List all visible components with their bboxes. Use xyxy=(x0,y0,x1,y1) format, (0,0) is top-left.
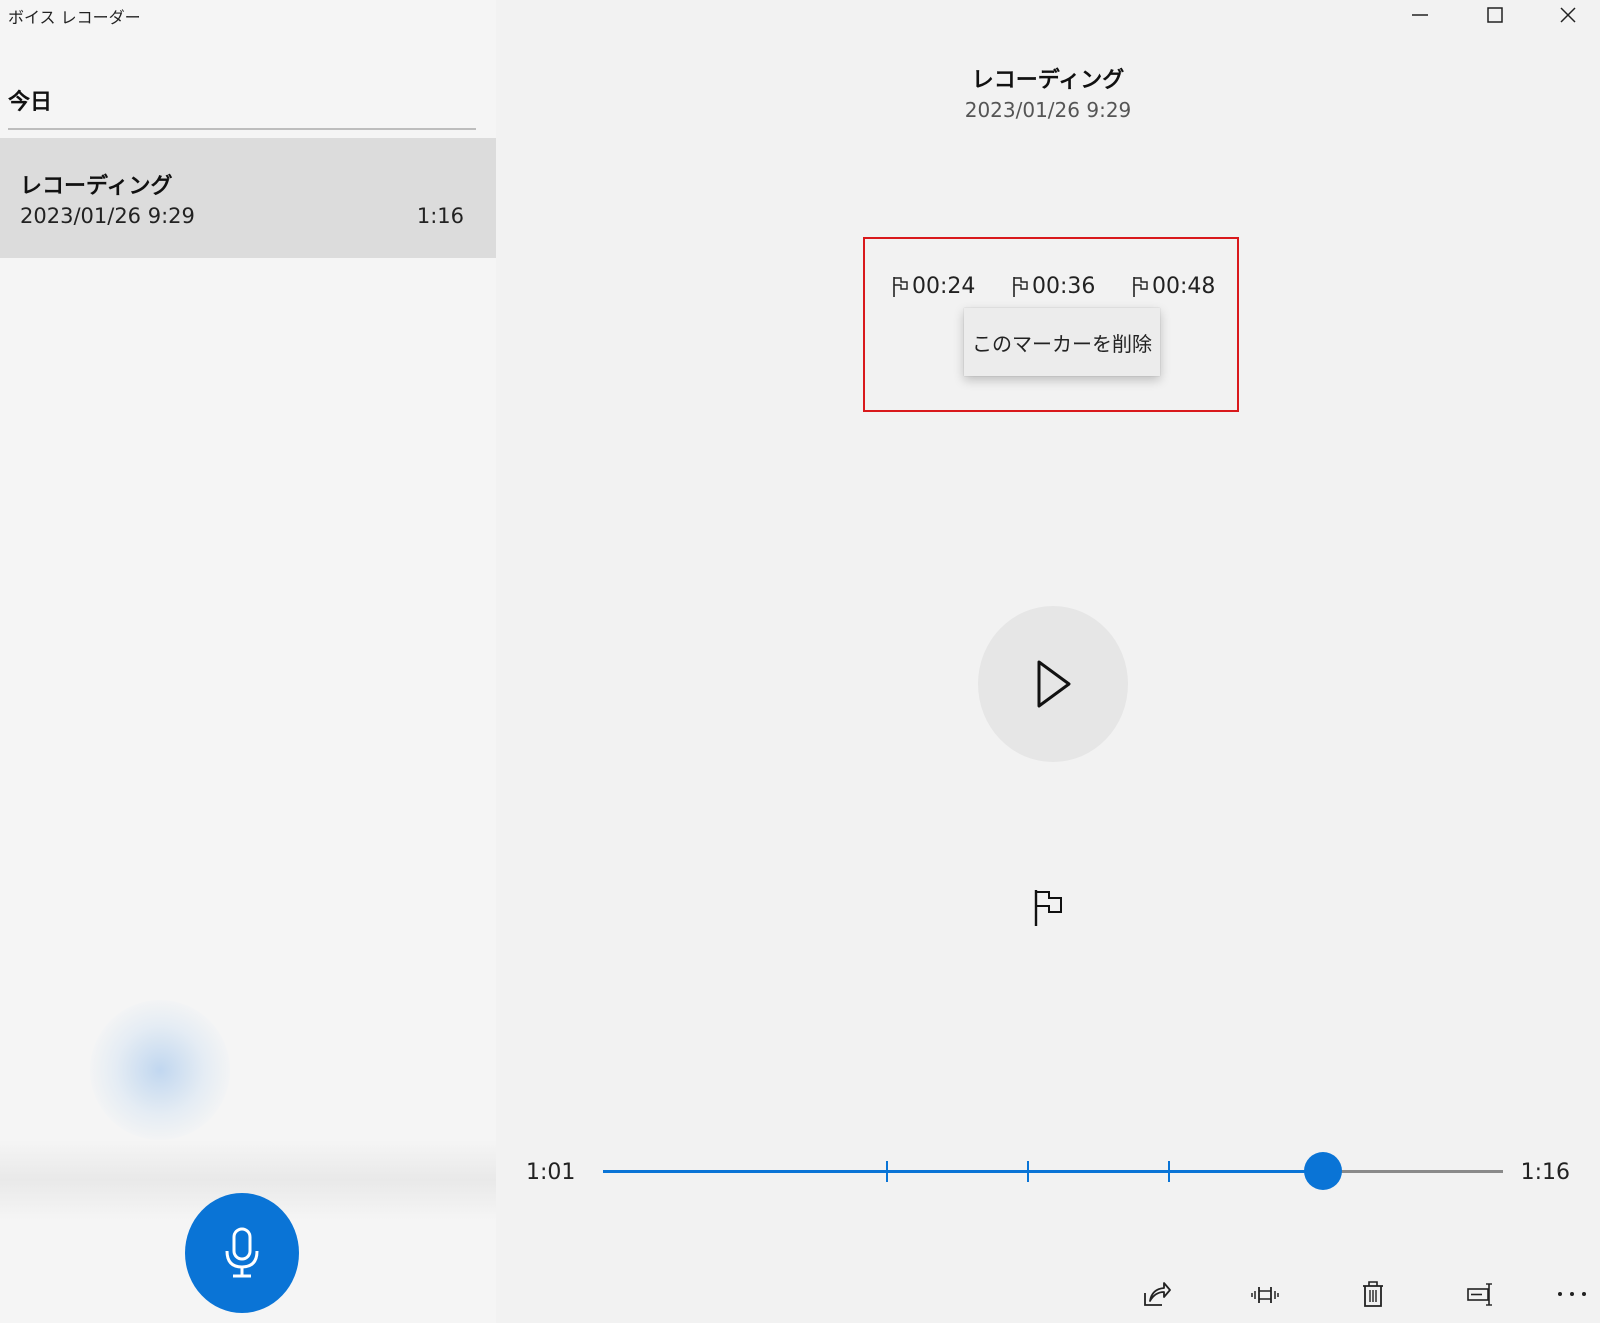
marker-time: 00:24 xyxy=(912,274,976,299)
total-time: 1:16 xyxy=(1520,1160,1570,1185)
delete-marker-menu-item[interactable]: このマーカーを削除 xyxy=(964,308,1160,376)
background-glow xyxy=(90,1000,230,1140)
flag-icon xyxy=(1013,276,1028,297)
trim-button[interactable] xyxy=(1243,1272,1287,1316)
recording-list-item[interactable]: レコーディング 2023/01/26 9:29 1:16 xyxy=(0,138,496,258)
current-time: 1:01 xyxy=(526,1160,576,1185)
play-icon xyxy=(1037,660,1071,708)
more-button[interactable] xyxy=(1550,1272,1594,1316)
play-button[interactable] xyxy=(978,606,1128,762)
maximize-button[interactable] xyxy=(1465,0,1525,30)
seek-bar[interactable] xyxy=(603,1152,1503,1190)
recording-date: 2023/01/26 9:29 xyxy=(964,98,1132,122)
seek-thumb[interactable] xyxy=(1304,1152,1342,1190)
marker-time: 00:36 xyxy=(1032,274,1096,299)
recording-item-title: レコーディング xyxy=(20,174,173,199)
share-button[interactable] xyxy=(1135,1272,1179,1316)
microphone-icon xyxy=(225,1227,259,1278)
minimize-icon xyxy=(1412,14,1428,16)
flag-icon xyxy=(1133,276,1148,297)
share-icon xyxy=(1144,1282,1171,1306)
rename-icon xyxy=(1467,1283,1492,1306)
seek-bar-progress xyxy=(603,1170,1323,1173)
recording-title: レコーディング xyxy=(971,68,1125,93)
close-button[interactable] xyxy=(1538,0,1598,30)
app-title: ボイス レコーダー xyxy=(8,8,141,27)
marker-tick xyxy=(1168,1161,1170,1182)
flag-icon xyxy=(893,276,908,297)
rename-button[interactable] xyxy=(1459,1272,1503,1316)
recordings-list-pane: ボイス レコーダー 今日 レコーディング 2023/01/26 9:29 1:1… xyxy=(0,0,496,1323)
marker-time: 00:48 xyxy=(1152,274,1216,299)
marker-chip[interactable]: 00:24 xyxy=(892,274,975,299)
recording-item-duration: 1:16 xyxy=(416,204,464,228)
close-icon xyxy=(1560,7,1576,23)
section-header-today: 今日 xyxy=(8,90,53,115)
delete-icon xyxy=(1363,1281,1383,1307)
marker-tick xyxy=(1027,1161,1029,1182)
record-button[interactable] xyxy=(185,1193,299,1313)
delete-button[interactable] xyxy=(1351,1272,1395,1316)
more-icon xyxy=(1558,1292,1586,1296)
minimize-button[interactable] xyxy=(1390,0,1450,30)
marker-tick xyxy=(886,1161,888,1182)
trim-icon xyxy=(1251,1287,1279,1303)
section-divider xyxy=(8,128,476,130)
recording-item-date: 2023/01/26 9:29 xyxy=(20,204,195,228)
add-marker-button[interactable] xyxy=(1032,888,1076,932)
marker-chip[interactable]: 00:48 xyxy=(1132,274,1215,299)
flag-icon xyxy=(1034,890,1062,926)
maximize-icon xyxy=(1487,7,1503,23)
marker-chip[interactable]: 00:36 xyxy=(1012,274,1095,299)
